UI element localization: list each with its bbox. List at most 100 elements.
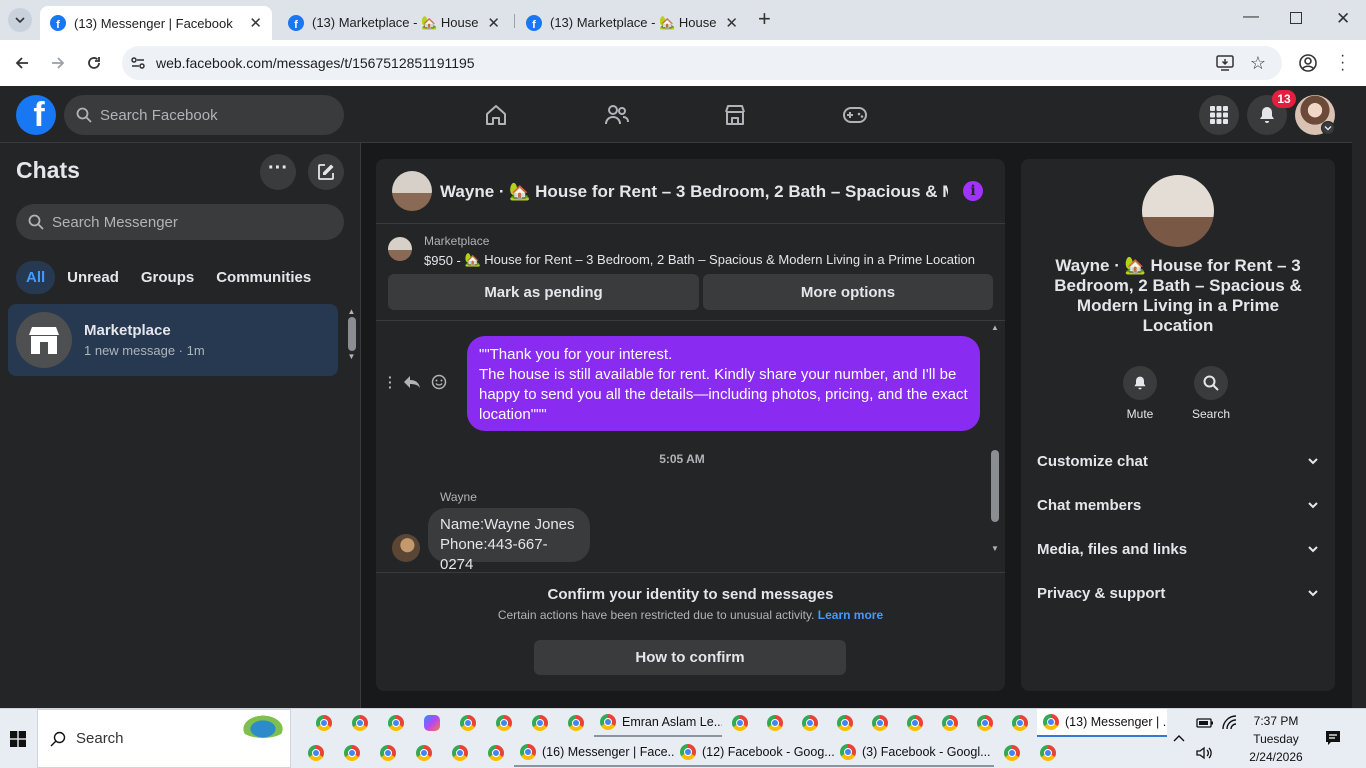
page-scrollbar[interactable] <box>1352 86 1366 708</box>
scroll-up-arrow-icon[interactable]: ▲ <box>347 307 356 316</box>
taskbar-window-facebook-3[interactable]: (3) Facebook - Googl... <box>834 739 994 767</box>
chrome-window-icon[interactable] <box>378 709 414 737</box>
scroll-thumb[interactable] <box>347 317 356 351</box>
chrome-window-icon[interactable] <box>558 709 594 737</box>
browser-tab-messenger[interactable]: f (13) Messenger | Facebook ✕ <box>40 6 272 40</box>
chrome-window-icon[interactable] <box>370 739 406 767</box>
chrome-window-icon[interactable] <box>298 739 334 767</box>
browser-menu-icon[interactable]: · · · <box>1340 48 1345 78</box>
section-customize-chat[interactable]: Customize chat <box>1037 439 1319 483</box>
profile-icon[interactable] <box>1298 53 1318 73</box>
chrome-window-icon[interactable] <box>722 709 757 737</box>
notification-center-icon[interactable] <box>1325 730 1341 746</box>
chrome-window-icon[interactable] <box>442 739 478 767</box>
reload-icon[interactable] <box>86 55 102 71</box>
chrome-window-icon[interactable] <box>897 709 932 737</box>
back-arrow-icon[interactable] <box>14 55 30 71</box>
tab-search-button[interactable] <box>8 8 32 32</box>
volume-icon[interactable] <box>1196 746 1212 760</box>
taskbar-window-facebook-12[interactable]: (12) Facebook - Goog... <box>674 739 834 767</box>
maximize-window-icon[interactable] <box>1290 12 1302 24</box>
conversation-info-icon[interactable]: i <box>963 181 983 201</box>
taskbar-search-box[interactable]: Search <box>37 709 291 768</box>
marketplace-icon[interactable] <box>723 103 747 127</box>
close-window-icon[interactable]: ✕ <box>1336 9 1350 29</box>
chat-list-item-marketplace[interactable]: Marketplace 1 new message · 1m <box>8 304 338 376</box>
browser-tab-marketplace-1[interactable]: f (13) Marketplace - 🏡 House fo ✕ <box>278 6 510 40</box>
facebook-search-box[interactable]: Search Facebook <box>64 95 344 135</box>
chrome-window-icon[interactable] <box>967 709 1002 737</box>
scroll-down-arrow-icon[interactable]: ▼ <box>988 544 1002 553</box>
taskbar-window-messenger-active[interactable]: (13) Messenger | ... <box>1037 709 1167 737</box>
mark-as-pending-button[interactable]: Mark as pending <box>388 274 699 310</box>
chrome-window-icon[interactable] <box>1002 709 1037 737</box>
sender-avatar[interactable] <box>392 534 420 562</box>
chrome-window-icon[interactable] <box>450 709 486 737</box>
conversation-avatar[interactable] <box>392 171 432 211</box>
close-tab-icon[interactable]: ✕ <box>249 14 262 32</box>
more-options-button[interactable]: More options <box>703 274 993 310</box>
messenger-search-box[interactable]: Search Messenger <box>16 204 344 240</box>
gaming-icon[interactable] <box>842 105 868 125</box>
search-in-chat-button[interactable] <box>1194 366 1228 400</box>
chrome-window-icon[interactable] <box>406 739 442 767</box>
mute-button[interactable] <box>1123 366 1157 400</box>
chrome-window-icon[interactable] <box>932 709 967 737</box>
learn-more-link[interactable]: Learn more <box>818 608 883 622</box>
chrome-window-icon[interactable] <box>757 709 792 737</box>
reply-icon[interactable] <box>403 374 421 390</box>
section-chat-members[interactable]: Chat members <box>1037 483 1319 527</box>
sidebar-scrollbar[interactable]: ▲ ▼ <box>347 307 356 367</box>
react-emoji-icon[interactable] <box>431 374 447 390</box>
filter-unread[interactable]: Unread <box>57 261 129 294</box>
account-chevron[interactable] <box>1321 121 1335 135</box>
chrome-window-icon[interactable] <box>862 709 897 737</box>
new-tab-button[interactable]: + <box>758 6 771 32</box>
chrome-window-icon[interactable] <box>522 709 558 737</box>
messages-scrollbar[interactable]: ▲ ▼ <box>988 323 1002 569</box>
chrome-window-icon[interactable] <box>827 709 862 737</box>
info-avatar[interactable] <box>1142 175 1214 247</box>
battery-icon[interactable] <box>1196 717 1214 729</box>
chrome-window-icon[interactable] <box>306 709 342 737</box>
chrome-window-icon[interactable] <box>334 739 370 767</box>
wifi-icon[interactable] <box>1222 715 1238 731</box>
chrome-window-icon[interactable] <box>994 739 1030 767</box>
show-hidden-icons-chevron-icon[interactable] <box>1173 733 1185 743</box>
bookmark-star-icon[interactable]: ☆ <box>1250 53 1266 74</box>
filter-communities[interactable]: Communities <box>206 261 321 294</box>
received-message-bubble[interactable]: Name:Wayne Jones Phone:443-667-0274 <box>428 508 590 573</box>
url-bar[interactable]: web.facebook.com/messages/t/156751285119… <box>122 46 1282 80</box>
chrome-window-icon[interactable] <box>1030 739 1066 767</box>
sent-message-bubble[interactable]: ""Thank you for your interest. The house… <box>467 336 980 431</box>
search-action[interactable]: Search <box>1192 366 1230 421</box>
conversation-title[interactable]: Wayne · 🏡 House for Rent – 3 Bedroom, 2 … <box>440 182 948 202</box>
chrome-window-icon[interactable] <box>486 709 522 737</box>
facebook-logo[interactable]: f <box>16 95 56 135</box>
chrome-window-icon[interactable] <box>792 709 827 737</box>
section-media-files-links[interactable]: Media, files and links <box>1037 527 1319 571</box>
menu-button[interactable] <box>1199 95 1239 135</box>
browser-tab-marketplace-2[interactable]: f (13) Marketplace - 🏡 House fo ✕ <box>516 6 748 40</box>
taskbar-window-emran[interactable]: Emran Aslam Le... <box>594 709 722 737</box>
more-actions-icon[interactable]: · · · <box>388 370 393 394</box>
taskbar-window-messenger-16[interactable]: (16) Messenger | Face... <box>514 739 674 767</box>
scroll-up-arrow-icon[interactable]: ▲ <box>988 323 1002 332</box>
system-clock[interactable]: 7:37 PM Tuesday 2/24/2026 <box>1246 712 1306 766</box>
filter-groups[interactable]: Groups <box>131 261 204 294</box>
site-settings-icon[interactable] <box>130 55 146 71</box>
section-privacy-support[interactable]: Privacy & support <box>1037 571 1319 615</box>
filter-all[interactable]: All <box>16 261 56 294</box>
how-to-confirm-button[interactable]: How to confirm <box>534 640 846 675</box>
mute-action[interactable]: Mute <box>1122 366 1158 421</box>
close-tab-icon[interactable]: ✕ <box>725 14 738 32</box>
minimize-window-icon[interactable]: — <box>1243 8 1259 26</box>
scroll-thumb[interactable] <box>991 450 999 522</box>
new-message-button[interactable] <box>308 154 344 190</box>
copilot-app-icon[interactable] <box>414 709 450 737</box>
listing-summary[interactable]: $950 - 🏡 House for Rent – 3 Bedroom, 2 B… <box>424 252 996 268</box>
chat-options-button[interactable]: ··· <box>260 154 296 190</box>
forward-arrow-icon[interactable] <box>50 55 66 71</box>
windows-start-icon[interactable] <box>10 731 26 747</box>
home-icon[interactable] <box>484 103 508 127</box>
